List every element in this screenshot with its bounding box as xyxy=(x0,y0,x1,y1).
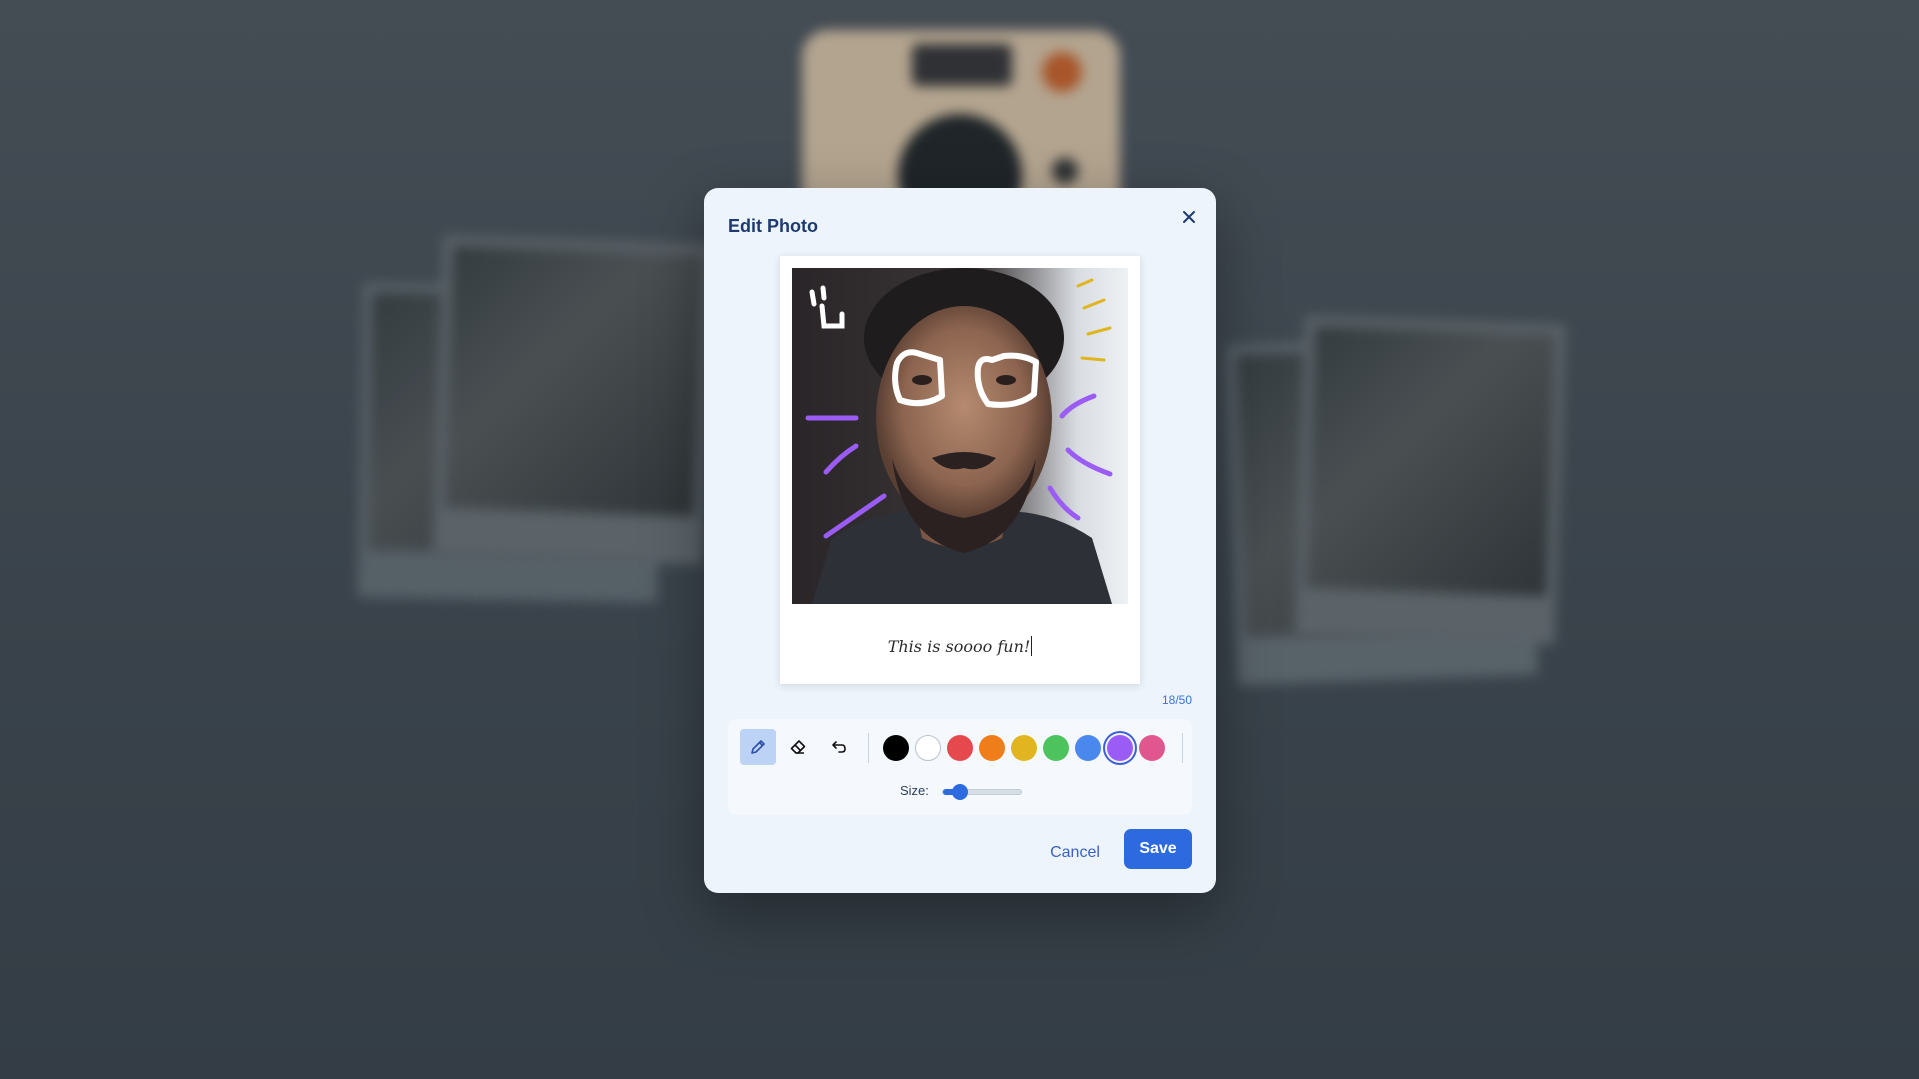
color-swatch-white[interactable] xyxy=(915,735,941,761)
photo-canvas[interactable] xyxy=(792,268,1128,604)
size-label: Size: xyxy=(900,783,929,798)
color-swatch-red[interactable] xyxy=(947,735,973,761)
polaroid-card: This is soooo fun! xyxy=(780,256,1140,684)
close-icon xyxy=(1183,211,1195,223)
pencil-tool-button[interactable] xyxy=(740,729,776,765)
cancel-button[interactable]: Cancel xyxy=(1038,834,1112,872)
undo-button[interactable] xyxy=(820,729,856,765)
photo-drawing xyxy=(792,268,1128,604)
color-swatch-purple[interactable] xyxy=(1107,735,1133,761)
save-button[interactable]: Save xyxy=(1124,829,1192,869)
eraser-tool-button[interactable] xyxy=(780,729,816,765)
color-swatch-pink[interactable] xyxy=(1139,735,1165,761)
color-swatch-orange[interactable] xyxy=(979,735,1005,761)
color-swatch-blue[interactable] xyxy=(1075,735,1101,761)
character-count: 18/50 xyxy=(1161,693,1192,707)
background-polaroid xyxy=(432,235,714,565)
dialog-title: Edit Photo xyxy=(728,216,818,236)
drawing-toolbar: Size: xyxy=(728,719,1192,815)
background-polaroid xyxy=(1294,315,1566,645)
eraser-icon xyxy=(790,740,806,754)
toolbar-divider xyxy=(868,733,869,763)
color-swatch-green[interactable] xyxy=(1043,735,1069,761)
caption-text: This is soooo fun! xyxy=(887,636,1031,656)
size-control: Size: xyxy=(728,781,1192,801)
size-slider-thumb[interactable] xyxy=(951,784,968,800)
pencil-icon xyxy=(751,740,765,754)
toolbar-divider xyxy=(1182,733,1183,763)
edit-photo-dialog: Edit Photo This is soooo fun! 18/50 Size… xyxy=(704,188,1216,893)
color-swatch-black[interactable] xyxy=(883,735,909,761)
caption-input[interactable]: This is soooo fun! xyxy=(780,608,1140,684)
color-swatch-yellow[interactable] xyxy=(1011,735,1037,761)
undo-icon xyxy=(832,741,846,753)
text-caret xyxy=(1031,636,1033,656)
close-button[interactable] xyxy=(1176,204,1202,230)
